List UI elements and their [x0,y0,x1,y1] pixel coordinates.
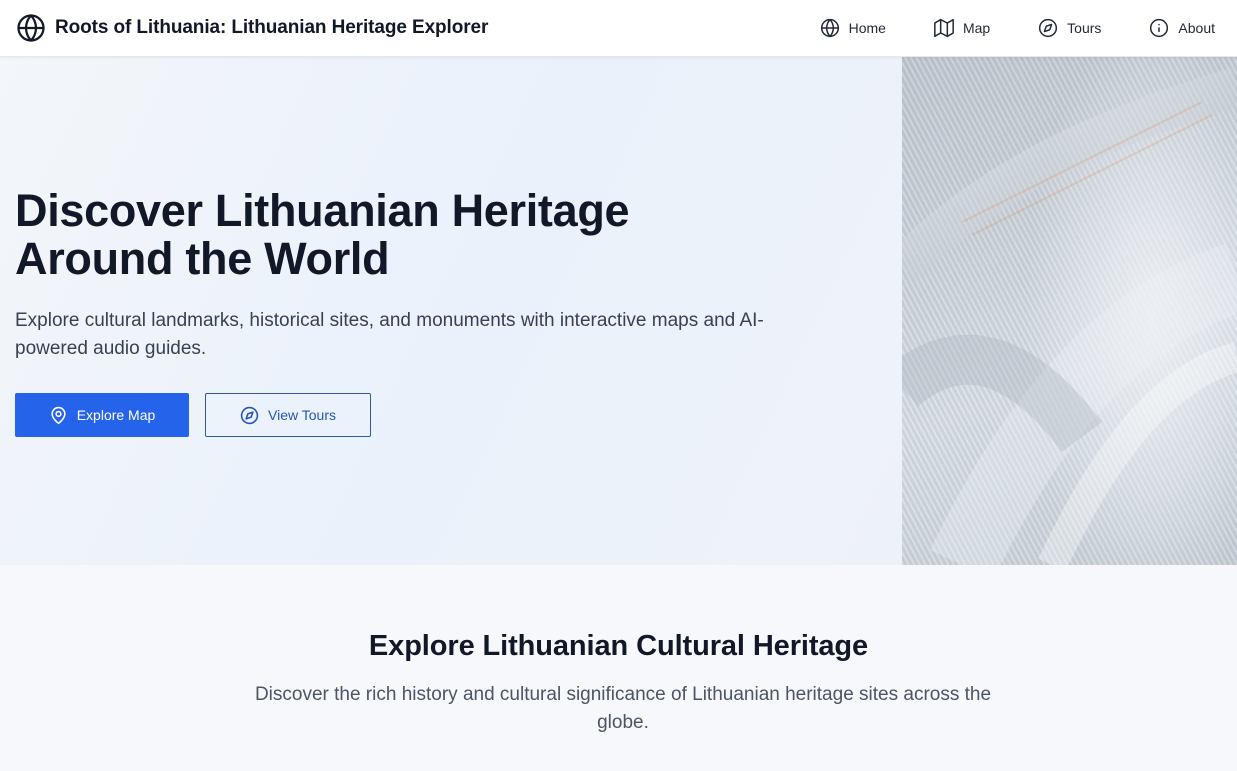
section-description: Discover the rich history and cultural s… [254,684,992,733]
compass-icon [240,406,259,425]
app-title: Roots of Lithuania: Lithuanian Heritage … [55,17,489,38]
woven-textile-image [902,57,1237,565]
hero-section: Discover Lithuanian Heritage Around the … [0,57,1237,565]
nav-item-tours[interactable]: Tours [1038,18,1101,38]
view-tours-label: View Tours [268,407,336,423]
hero-subtitle: Explore cultural landmarks, historical s… [15,310,764,359]
section-title: Explore Lithuanian Cultural Heritage [368,630,869,662]
main-nav: Home Map Tours About [820,18,1215,38]
map-pin-icon [49,406,68,425]
nav-label-about: About [1178,20,1215,36]
nav-item-about[interactable]: About [1149,18,1215,38]
hero-actions: Explore Map View Tours [15,393,371,437]
globe-icon [16,13,46,43]
nav-label-tours: Tours [1067,20,1102,36]
info-icon [1149,18,1169,38]
hero-title: Discover Lithuanian Heritage Around the … [15,185,630,284]
nav-item-home[interactable]: Home [820,18,886,38]
explore-map-button[interactable]: Explore Map [15,393,189,437]
compass-icon [1038,18,1058,38]
brand[interactable]: Roots of Lithuania: Lithuanian Heritage … [16,13,488,43]
explore-map-label: Explore Map [76,407,156,423]
view-tours-button[interactable]: View Tours [205,393,371,437]
nav-label-home: Home [848,20,886,36]
textile-texture [902,67,1237,565]
map-icon [934,18,954,38]
nav-label-map: Map [962,20,991,36]
explore-heritage-section: Explore Lithuanian Cultural Heritage Dis… [0,565,1237,771]
globe-icon [820,18,840,38]
nav-item-map[interactable]: Map [934,18,990,38]
top-navigation-bar: Roots of Lithuania: Lithuanian Heritage … [0,0,1237,57]
